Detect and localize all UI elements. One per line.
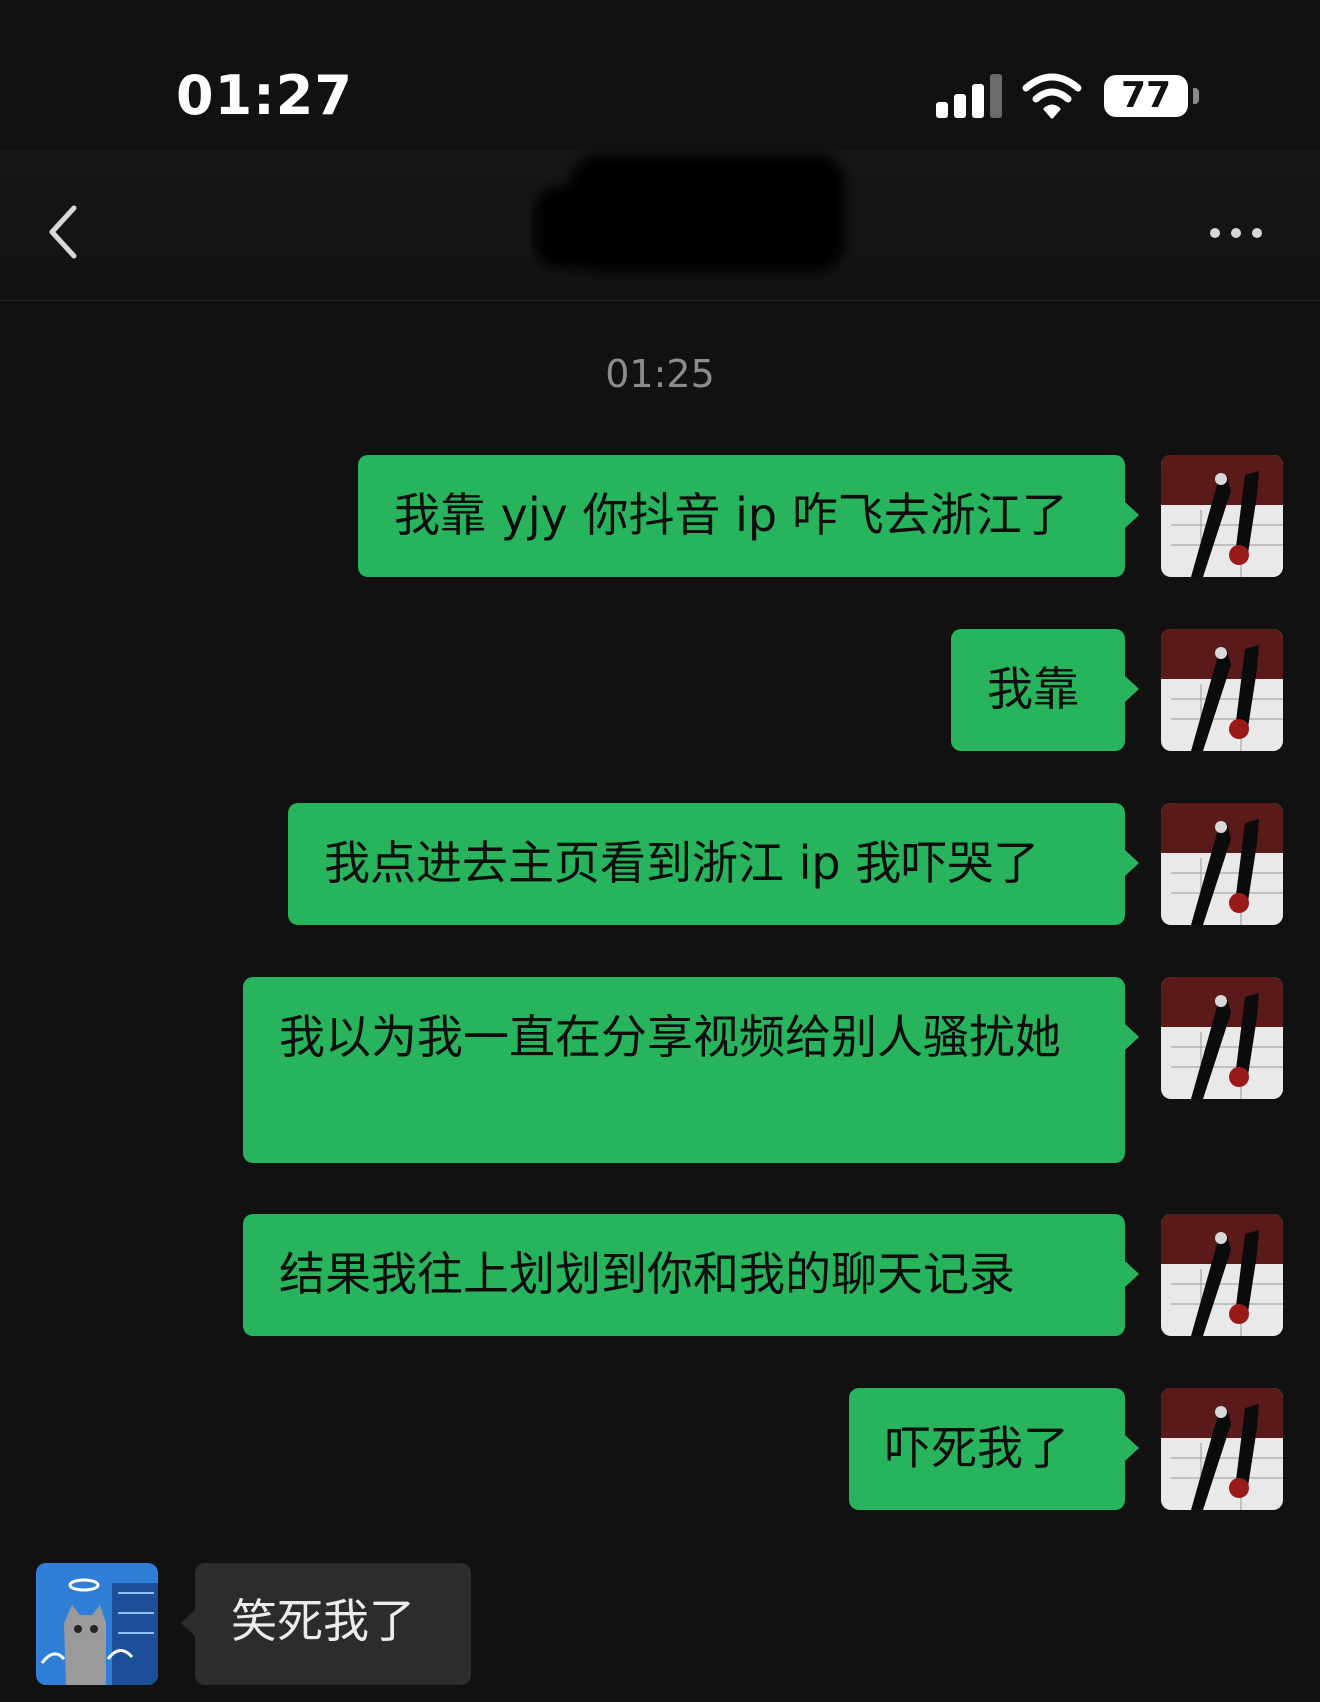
my-avatar[interactable] [1161, 977, 1283, 1099]
bubble-tail [1125, 676, 1139, 702]
wifi-icon [1022, 73, 1082, 119]
cellular-signal-icon [936, 74, 1002, 118]
redacted-contact-name [534, 154, 845, 272]
chat-header [0, 150, 1320, 301]
outgoing-message-bubble[interactable]: 我靠 [951, 629, 1125, 751]
incoming-message-bubble[interactable]: 笑死我了 [195, 1563, 471, 1685]
bubble-tail [1125, 850, 1139, 876]
ellipsis-icon[interactable] [1206, 222, 1266, 242]
bubble-tail [1125, 502, 1139, 528]
battery-icon: 77 [1104, 75, 1199, 117]
status-time: 01:27 [176, 64, 353, 127]
battery-level: 77 [1104, 75, 1188, 117]
status-bar: 01:27 77 [0, 0, 1320, 150]
bubble-tail [1125, 1024, 1139, 1050]
bubble-tail [181, 1610, 195, 1636]
outgoing-message-bubble[interactable]: 吓死我了 [849, 1388, 1125, 1510]
my-avatar[interactable] [1161, 803, 1283, 925]
my-avatar[interactable] [1161, 629, 1283, 751]
bubble-tail [1125, 1261, 1139, 1287]
outgoing-message-bubble[interactable]: 我靠 yjy 你抖音 ip 咋飞去浙江了 [358, 455, 1125, 577]
outgoing-message-bubble[interactable]: 我以为我一直在分享视频给别人骚扰她 [243, 977, 1125, 1163]
my-avatar[interactable] [1161, 455, 1283, 577]
my-avatar[interactable] [1161, 1214, 1283, 1336]
message-timestamp: 01:25 [605, 352, 715, 396]
outgoing-message-bubble[interactable]: 我点进去主页看到浙江 ip 我吓哭了 [288, 803, 1125, 925]
my-avatar[interactable] [1161, 1388, 1283, 1510]
outgoing-message-bubble[interactable]: 结果我往上划划到你和我的聊天记录 [243, 1214, 1125, 1336]
chevron-left-icon[interactable] [44, 202, 84, 262]
bubble-tail [1125, 1435, 1139, 1461]
contact-avatar[interactable] [36, 1563, 158, 1685]
